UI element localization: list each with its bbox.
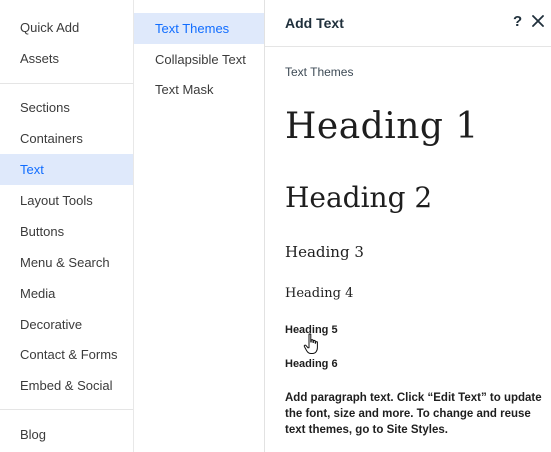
add-text-panel: Add Text ? Text Themes Heading 1 Heading…	[265, 0, 551, 452]
sub-item-text-mask[interactable]: Text Mask	[134, 74, 264, 105]
nav-item-text[interactable]: Text	[0, 154, 133, 185]
paragraph-preset[interactable]: Add paragraph text. Click “Edit Text” to…	[285, 390, 547, 438]
close-icon[interactable]	[532, 15, 544, 27]
panel-title: Add Text	[285, 15, 344, 31]
heading-2-preset[interactable]: Heading 2	[285, 181, 432, 214]
nav-item-decorative[interactable]: Decorative	[0, 309, 133, 340]
nav-divider	[0, 409, 133, 410]
nav-item-contact-forms[interactable]: Contact & Forms	[0, 339, 133, 370]
nav-item-buttons[interactable]: Buttons	[0, 216, 133, 247]
sub-item-text-themes[interactable]: Text Themes	[134, 13, 264, 44]
nav-item-layout-tools[interactable]: Layout Tools	[0, 185, 133, 216]
panel-header: Add Text ?	[265, 0, 551, 47]
nav-item-quick-add[interactable]: Quick Add	[0, 12, 133, 43]
heading-6-preset[interactable]: Heading 6	[285, 358, 338, 370]
heading-5-preset[interactable]: Heading 5	[285, 324, 338, 336]
section-label: Text Themes	[285, 65, 354, 79]
heading-4-preset[interactable]: Heading 4	[285, 286, 353, 301]
left-category-nav: Quick Add Assets Sections Containers Tex…	[0, 0, 134, 452]
heading-3-preset[interactable]: Heading 3	[285, 243, 364, 261]
heading-1-preset[interactable]: Heading 1	[285, 106, 479, 147]
nav-item-blog[interactable]: Blog	[0, 419, 133, 450]
nav-item-containers[interactable]: Containers	[0, 123, 133, 154]
nav-item-assets[interactable]: Assets	[0, 43, 133, 74]
nav-item-media[interactable]: Media	[0, 278, 133, 309]
help-button[interactable]: ?	[513, 13, 522, 30]
sub-item-collapsible-text[interactable]: Collapsible Text	[134, 44, 264, 75]
nav-item-embed-social[interactable]: Embed & Social	[0, 370, 133, 401]
sub-category-nav: Text Themes Collapsible Text Text Mask	[134, 0, 265, 452]
nav-item-sections[interactable]: Sections	[0, 92, 133, 123]
nav-item-menu-search[interactable]: Menu & Search	[0, 247, 133, 278]
nav-divider	[0, 83, 133, 84]
